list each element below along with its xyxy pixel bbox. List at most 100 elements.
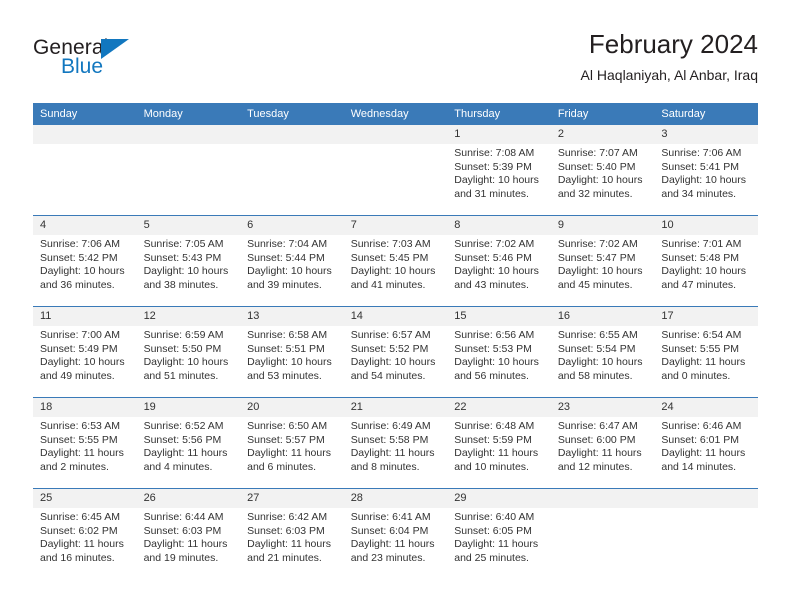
day-cell[interactable]: 9 Sunrise: 7:02 AM Sunset: 5:47 PM Dayli… — [550, 215, 655, 307]
general-blue-logo[interactable]: General Blue — [33, 36, 233, 88]
day-cell[interactable]: 28 Sunrise: 6:41 AM Sunset: 6:04 PM Dayl… — [343, 488, 448, 579]
day-number: 22 — [447, 398, 551, 417]
day-cell[interactable] — [550, 488, 655, 579]
daylight-text: Daylight: 10 hours and 32 minutes. — [557, 174, 643, 200]
day-cell[interactable]: 23 Sunrise: 6:47 AM Sunset: 6:00 PM Dayl… — [550, 397, 655, 489]
day-cell[interactable]: 22 Sunrise: 6:48 AM Sunset: 5:59 PM Dayl… — [447, 397, 551, 489]
daylight-text: Daylight: 11 hours and 16 minutes. — [40, 538, 124, 564]
day-info: Sunrise: 6:40 AM Sunset: 6:05 PM Dayligh… — [447, 508, 551, 565]
sunrise-text: Sunrise: 7:02 AM — [557, 238, 638, 250]
page-subtitle-location: Al Haqlaniyah, Al Anbar, Iraq — [580, 67, 758, 83]
day-info: Sunrise: 6:41 AM Sunset: 6:04 PM Dayligh… — [344, 508, 448, 565]
logo-text-blue: Blue — [61, 55, 104, 78]
day-cell[interactable]: 26 Sunrise: 6:44 AM Sunset: 6:03 PM Dayl… — [136, 488, 241, 579]
daylight-text: Daylight: 11 hours and 0 minutes. — [661, 356, 746, 382]
day-number: 23 — [550, 398, 655, 417]
sunrise-text: Sunrise: 6:48 AM — [454, 420, 535, 432]
day-cell[interactable] — [240, 125, 344, 216]
sunrise-text: Sunrise: 7:04 AM — [247, 238, 328, 250]
day-cell[interactable]: 21 Sunrise: 6:49 AM Sunset: 5:58 PM Dayl… — [343, 397, 448, 489]
sunrise-text: Sunrise: 7:01 AM — [661, 238, 742, 250]
daylight-text: Daylight: 10 hours and 39 minutes. — [247, 265, 332, 291]
day-number: 7 — [343, 216, 448, 235]
day-info: Sunrise: 7:03 AM Sunset: 5:45 PM Dayligh… — [344, 235, 448, 292]
title-block: February 2024 Al Haqlaniyah, Al Anbar, I… — [581, 28, 758, 85]
day-cell[interactable]: 19 Sunrise: 6:52 AM Sunset: 5:56 PM Dayl… — [136, 397, 241, 489]
day-cell[interactable] — [136, 125, 241, 216]
day-cell[interactable]: 18 Sunrise: 6:53 AM Sunset: 5:55 PM Dayl… — [33, 397, 137, 489]
weekday-header-tuesday: Tuesday — [240, 103, 344, 125]
day-number: 29 — [447, 489, 551, 508]
day-number: 12 — [136, 307, 241, 326]
sunset-text: Sunset: 5:56 PM — [143, 433, 222, 446]
day-number: 20 — [240, 398, 344, 417]
day-cell[interactable]: 12 Sunrise: 6:59 AM Sunset: 5:50 PM Dayl… — [136, 306, 241, 398]
day-number: 26 — [136, 489, 241, 508]
day-cell[interactable]: 2 Sunrise: 7:07 AM Sunset: 5:40 PM Dayli… — [550, 125, 655, 216]
sunrise-text: Sunrise: 7:06 AM — [40, 238, 120, 250]
day-cell[interactable]: 5 Sunrise: 7:05 AM Sunset: 5:43 PM Dayli… — [136, 215, 241, 307]
daylight-text: Daylight: 10 hours and 51 minutes. — [143, 356, 229, 382]
day-cell[interactable]: 3 Sunrise: 7:06 AM Sunset: 5:41 PM Dayli… — [654, 125, 758, 216]
calendar-body: 1 Sunrise: 7:08 AM Sunset: 5:39 PM Dayli… — [33, 125, 758, 579]
day-info: Sunrise: 6:42 AM Sunset: 6:03 PM Dayligh… — [240, 508, 344, 565]
day-cell[interactable]: 20 Sunrise: 6:50 AM Sunset: 5:57 PM Dayl… — [240, 397, 344, 489]
day-cell[interactable]: 13 Sunrise: 6:58 AM Sunset: 5:51 PM Dayl… — [240, 306, 344, 398]
daylight-text: Daylight: 11 hours and 14 minutes. — [661, 447, 746, 473]
daylight-text: Daylight: 11 hours and 23 minutes. — [350, 538, 435, 564]
sunset-text: Sunset: 5:55 PM — [661, 342, 740, 355]
day-cell[interactable]: 14 Sunrise: 6:57 AM Sunset: 5:52 PM Dayl… — [343, 306, 448, 398]
day-cell[interactable] — [654, 488, 758, 579]
day-info: Sunrise: 6:47 AM Sunset: 6:00 PM Dayligh… — [551, 417, 655, 474]
sunrise-text: Sunrise: 6:58 AM — [247, 329, 328, 341]
sunrise-text: Sunrise: 6:41 AM — [350, 511, 431, 523]
sunset-text: Sunset: 6:03 PM — [247, 524, 325, 537]
day-cell[interactable] — [33, 125, 137, 216]
sunset-text: Sunset: 5:58 PM — [350, 433, 429, 446]
day-number: 15 — [447, 307, 551, 326]
daylight-text: Daylight: 11 hours and 25 minutes. — [454, 538, 539, 564]
day-cell[interactable]: 29 Sunrise: 6:40 AM Sunset: 6:05 PM Dayl… — [447, 488, 551, 579]
sunrise-text: Sunrise: 6:40 AM — [454, 511, 535, 523]
day-number: 9 — [550, 216, 655, 235]
weekday-header-friday: Friday — [550, 103, 655, 125]
day-cell[interactable]: 7 Sunrise: 7:03 AM Sunset: 5:45 PM Dayli… — [343, 215, 448, 307]
day-info: Sunrise: 6:52 AM Sunset: 5:56 PM Dayligh… — [137, 417, 241, 474]
day-cell[interactable]: 27 Sunrise: 6:42 AM Sunset: 6:03 PM Dayl… — [240, 488, 344, 579]
sunset-text: Sunset: 5:53 PM — [454, 342, 532, 355]
day-cell[interactable]: 24 Sunrise: 6:46 AM Sunset: 6:01 PM Dayl… — [654, 397, 758, 489]
day-info: Sunrise: 7:06 AM Sunset: 5:41 PM Dayligh… — [654, 144, 758, 201]
sunrise-text: Sunrise: 7:08 AM — [454, 147, 535, 159]
day-info: Sunrise: 6:54 AM Sunset: 5:55 PM Dayligh… — [654, 326, 758, 383]
day-number: 16 — [550, 307, 655, 326]
day-number: 21 — [343, 398, 448, 417]
day-cell[interactable] — [343, 125, 448, 216]
day-cell[interactable]: 25 Sunrise: 6:45 AM Sunset: 6:02 PM Dayl… — [33, 488, 137, 579]
day-cell[interactable]: 15 Sunrise: 6:56 AM Sunset: 5:53 PM Dayl… — [447, 306, 551, 398]
day-cell[interactable]: 10 Sunrise: 7:01 AM Sunset: 5:48 PM Dayl… — [654, 215, 758, 307]
day-cell[interactable]: 17 Sunrise: 6:54 AM Sunset: 5:55 PM Dayl… — [654, 306, 758, 398]
day-info: Sunrise: 7:08 AM Sunset: 5:39 PM Dayligh… — [447, 144, 551, 201]
day-cell[interactable]: 16 Sunrise: 6:55 AM Sunset: 5:54 PM Dayl… — [550, 306, 655, 398]
daylight-text: Daylight: 11 hours and 2 minutes. — [40, 447, 124, 473]
sunset-text: Sunset: 5:46 PM — [454, 251, 532, 264]
sunrise-text: Sunrise: 6:59 AM — [143, 329, 224, 341]
sunset-text: Sunset: 6:02 PM — [40, 524, 118, 537]
day-cell[interactable]: 4 Sunrise: 7:06 AM Sunset: 5:42 PM Dayli… — [33, 215, 137, 307]
day-info: Sunrise: 6:58 AM Sunset: 5:51 PM Dayligh… — [240, 326, 344, 383]
logo-triangle-icon — [101, 39, 129, 59]
day-cell[interactable]: 6 Sunrise: 7:04 AM Sunset: 5:44 PM Dayli… — [240, 215, 344, 307]
daylight-text: Daylight: 10 hours and 47 minutes. — [661, 265, 747, 291]
sunrise-text: Sunrise: 6:52 AM — [143, 420, 224, 432]
day-cell[interactable]: 11 Sunrise: 7:00 AM Sunset: 5:49 PM Dayl… — [33, 306, 137, 398]
day-cell[interactable]: 8 Sunrise: 7:02 AM Sunset: 5:46 PM Dayli… — [447, 215, 551, 307]
day-cell[interactable]: 1 Sunrise: 7:08 AM Sunset: 5:39 PM Dayli… — [447, 125, 551, 216]
day-number — [550, 489, 655, 508]
sunrise-text: Sunrise: 6:54 AM — [661, 329, 742, 341]
day-info: Sunrise: 6:59 AM Sunset: 5:50 PM Dayligh… — [137, 326, 241, 383]
sunrise-text: Sunrise: 6:42 AM — [247, 511, 328, 523]
sunset-text: Sunset: 5:49 PM — [40, 342, 118, 355]
daylight-text: Daylight: 10 hours and 43 minutes. — [454, 265, 539, 291]
sunrise-text: Sunrise: 6:57 AM — [350, 329, 431, 341]
day-info — [654, 508, 758, 511]
